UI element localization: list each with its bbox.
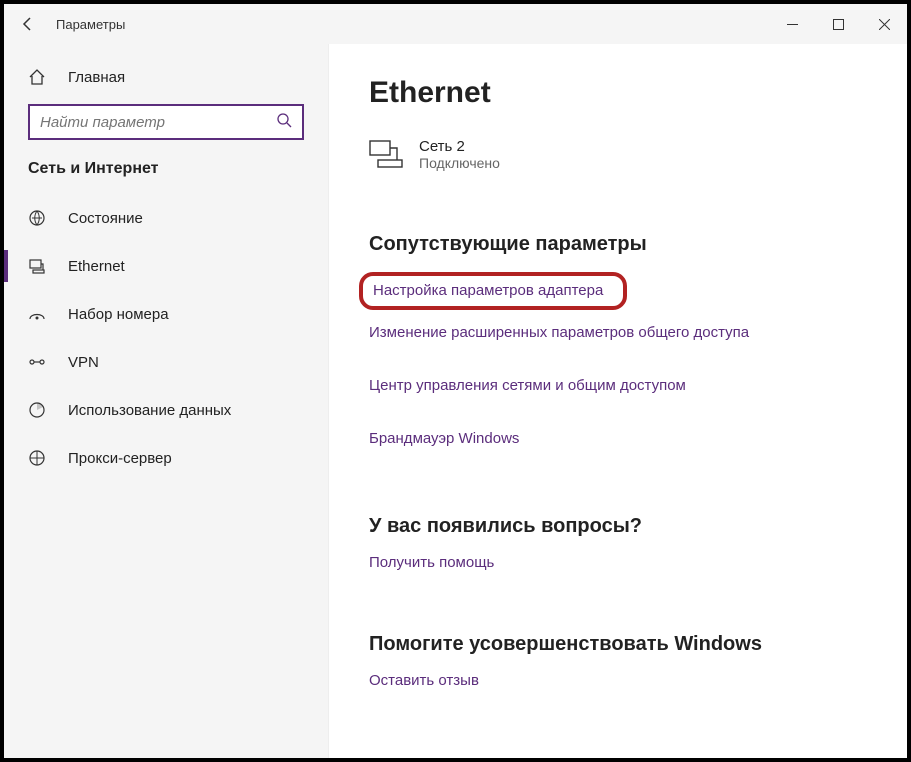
link-network-center[interactable]: Центр управления сетями и общим доступом [369,377,686,394]
close-icon [879,19,890,30]
search-input[interactable] [28,104,304,140]
link-adapter-settings[interactable]: Настройка параметров адаптера [373,282,603,299]
highlighted-link-box: Настройка параметров адаптера [359,272,627,310]
search-icon [276,112,292,133]
window-title: Параметры [56,17,125,32]
sidebar: Главная Сеть и Интернет Состояние [4,44,329,758]
status-icon [28,209,48,227]
sidebar-item-label: Состояние [68,210,143,227]
search-field[interactable] [40,114,276,131]
home-icon [28,68,48,86]
main-content: Ethernet Сеть 2 Подключено Сопутствующие… [329,44,907,758]
questions-title: У вас появились вопросы? [369,515,867,538]
link-advanced-sharing[interactable]: Изменение расширенных параметров общего … [369,324,749,341]
title-bar: Параметры [4,4,907,44]
home-label: Главная [68,69,125,86]
network-name: Сеть 2 [419,138,500,155]
sidebar-item-dialup[interactable]: Набор номера [4,290,328,338]
dialup-icon [28,305,48,323]
improve-title: Помогите усовершенствовать Windows [369,633,867,656]
sidebar-item-label: Ethernet [68,258,125,275]
datausage-icon [28,401,48,419]
proxy-icon [28,449,48,467]
sidebar-item-label: Набор номера [68,306,169,323]
sidebar-item-vpn[interactable]: VPN [4,338,328,386]
close-button[interactable] [861,4,907,44]
ethernet-icon [28,257,48,275]
sidebar-section-title: Сеть и Интернет [4,160,328,194]
maximize-button[interactable] [815,4,861,44]
sidebar-item-label: VPN [68,354,99,371]
related-title: Сопутствующие параметры [369,233,867,256]
sidebar-item-datausage[interactable]: Использование данных [4,386,328,434]
back-button[interactable] [4,4,52,44]
minimize-icon [787,19,798,30]
sidebar-item-label: Прокси-сервер [68,450,172,467]
sidebar-item-label: Использование данных [68,402,231,419]
sidebar-item-ethernet[interactable]: Ethernet [4,242,328,290]
sidebar-item-status[interactable]: Состояние [4,194,328,242]
network-status: Подключено [419,155,500,171]
network-icon [369,140,403,173]
network-status-row[interactable]: Сеть 2 Подключено [369,138,867,173]
maximize-icon [833,19,844,30]
page-title: Ethernet [369,76,867,110]
vpn-icon [28,353,48,371]
link-firewall[interactable]: Брандмауэр Windows [369,430,519,447]
link-feedback[interactable]: Оставить отзыв [369,672,479,689]
link-get-help[interactable]: Получить помощь [369,554,494,571]
home-link[interactable]: Главная [4,68,328,104]
sidebar-item-proxy[interactable]: Прокси-сервер [4,434,328,482]
arrow-left-icon [20,16,36,32]
minimize-button[interactable] [769,4,815,44]
